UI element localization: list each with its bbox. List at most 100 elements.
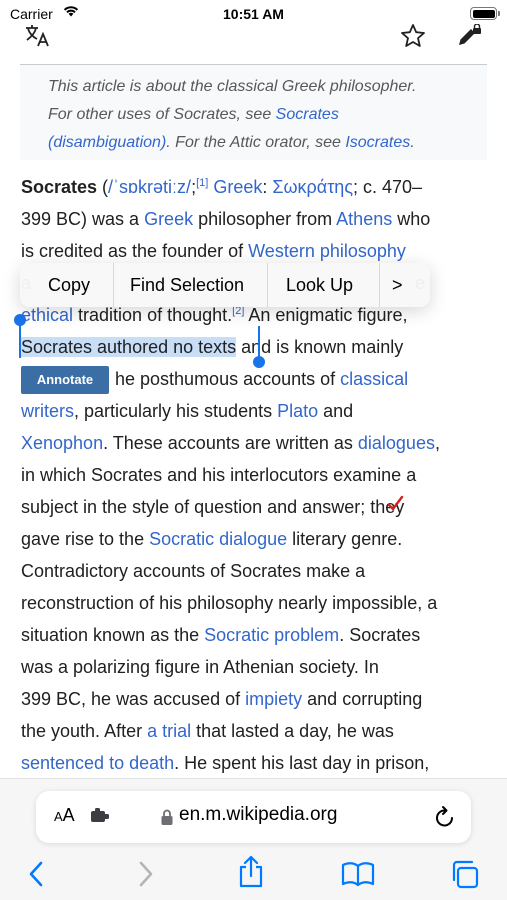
socrates-link[interactable]: Socrates xyxy=(276,106,339,123)
text: gave rise to the xyxy=(21,529,150,549)
text: and xyxy=(318,401,354,421)
hatnote-text: This article is about the classical Gree… xyxy=(48,78,417,95)
tabs-icon[interactable] xyxy=(450,859,480,889)
bookmarks-icon[interactable] xyxy=(341,861,375,887)
text-selection-menu: Copy Find Selection Look Up > xyxy=(20,263,430,307)
hatnote-text: . For the Attic orator, see xyxy=(166,134,346,151)
address-bar[interactable]: AA en.m.wikipedia.org xyxy=(36,791,471,843)
classical-link[interactable]: classical xyxy=(340,369,408,389)
article-line: is credited as the founder of Western ph… xyxy=(21,236,406,266)
hatnote: This article is about the classical Gree… xyxy=(20,64,487,160)
reference-link[interactable]: [1] xyxy=(196,177,208,189)
hatnote-text: For other uses of Socrates, see xyxy=(48,106,276,123)
text: , particularly his students xyxy=(74,401,278,421)
text: : xyxy=(262,177,273,197)
athens-link[interactable]: Athens xyxy=(336,209,392,229)
article-line: situation known as the Socratic problem.… xyxy=(21,620,420,650)
article-line: in which Socrates and his interlocutors … xyxy=(21,460,416,490)
text: in which Socrates and his interlocutors … xyxy=(21,465,417,485)
article-line: he posthumous accounts of classical xyxy=(115,364,408,394)
text: tradition of thought. xyxy=(73,305,233,325)
text: subject in the style of question and ans… xyxy=(21,497,361,517)
article-line: Socrates authored no texts and is known … xyxy=(21,332,403,362)
socratic-dialogue-link[interactable]: Socratic dialogue xyxy=(149,529,287,549)
trial-link[interactable]: a trial xyxy=(147,721,191,741)
article-subject: Socrates xyxy=(21,177,98,197)
text: who xyxy=(392,209,431,229)
disambiguation-link[interactable]: (disambiguation) xyxy=(48,134,166,151)
western-philosophy-link[interactable]: Western philosophy xyxy=(248,241,406,261)
article-toolbar xyxy=(0,20,507,56)
back-chevron-icon[interactable] xyxy=(26,859,46,889)
greek-language-link[interactable]: Greek xyxy=(213,177,262,197)
article-line: sentenced to death. He spent his last da… xyxy=(21,748,429,778)
annotate-button[interactable]: Annotate xyxy=(21,366,109,394)
selected-text[interactable]: Socrates authored no texts xyxy=(21,337,237,357)
writers-link[interactable]: writers xyxy=(21,401,74,421)
selection-start-handle[interactable] xyxy=(19,322,21,358)
text: 399 BC, he was accused of xyxy=(21,689,246,709)
impiety-link[interactable]: impiety xyxy=(245,689,302,709)
article-line: was a polarizing figure in Athenian soci… xyxy=(21,652,379,682)
text: ; c. 470– xyxy=(353,177,423,197)
look-up-menu-item[interactable]: Look Up xyxy=(268,263,380,307)
greek-name-link[interactable]: Σωκράτης xyxy=(272,177,353,197)
text: is credited as the founder of xyxy=(21,241,249,261)
ethical-link[interactable]: ethical xyxy=(21,305,73,325)
aa-big: A xyxy=(62,805,75,825)
more-chevron-icon[interactable]: > xyxy=(380,263,430,307)
article-line: Xenophon. These accounts are written as … xyxy=(21,428,440,458)
text: . He spent his last day in prison, xyxy=(174,753,430,773)
extension-icon[interactable] xyxy=(90,807,112,825)
text: he posthumous accounts of xyxy=(115,369,341,389)
xenophon-link[interactable]: Xenophon xyxy=(21,433,103,453)
ipa-link[interactable]: /ˈsɒkrətiːz/ xyxy=(108,177,191,197)
text: the youth. After xyxy=(21,721,148,741)
text: reconstruction of his philosophy nearly … xyxy=(21,593,438,613)
text: . These accounts are written as xyxy=(103,433,358,453)
text: philosopher from xyxy=(193,209,337,229)
selection-end-knob[interactable] xyxy=(253,356,265,368)
article-line: 399 BC, he was accused of impiety and co… xyxy=(21,684,422,714)
dialogues-link[interactable]: dialogues xyxy=(358,433,435,453)
aa-small: A xyxy=(54,809,63,824)
article-line: writers, particularly his students Plato… xyxy=(21,396,353,426)
selection-start-knob[interactable] xyxy=(14,314,26,326)
article-line: the youth. After a trial that lasted a d… xyxy=(21,716,394,746)
browser-bottom-bar: AA en.m.wikipedia.org xyxy=(0,778,507,900)
find-selection-menu-item[interactable]: Find Selection xyxy=(114,263,268,307)
reload-icon[interactable] xyxy=(434,805,456,829)
battery-icon xyxy=(470,7,500,20)
edit-lock-icon[interactable] xyxy=(456,24,484,48)
lock-icon xyxy=(161,809,173,825)
article-line: Contradictory accounts of Socrates make … xyxy=(21,556,365,586)
text: Contradictory accounts of Socrates make … xyxy=(21,561,366,581)
text: , xyxy=(434,433,440,453)
text: that lasted a day, he was xyxy=(191,721,394,741)
url-text[interactable]: en.m.wikipedia.org xyxy=(179,804,337,826)
greek-link[interactable]: Greek xyxy=(144,209,193,229)
text: was a polarizing figure in Athenian soci… xyxy=(21,657,379,677)
sentenced-to-death-link[interactable]: sentenced to death xyxy=(21,753,174,773)
translate-icon[interactable] xyxy=(24,22,52,48)
article-line: gave rise to the Socratic dialogue liter… xyxy=(21,524,402,554)
hatnote-text: . xyxy=(410,134,415,151)
article-line: 399 BC) was a Greek philosopher from Ath… xyxy=(21,204,430,234)
text: situation known as the xyxy=(21,625,205,645)
text: literary genre. xyxy=(287,529,403,549)
copy-menu-item[interactable]: Copy xyxy=(20,263,114,307)
reader-settings-button[interactable]: AA xyxy=(54,805,75,826)
text: and is known mainly xyxy=(236,337,404,357)
text: 399 BC) was a xyxy=(21,209,145,229)
text: An enigmatic figure, xyxy=(244,305,408,325)
share-icon[interactable] xyxy=(236,855,266,889)
red-checkmark-annotation xyxy=(387,495,404,511)
isocrates-link[interactable]: Isocrates xyxy=(345,134,410,151)
watch-star-icon[interactable] xyxy=(400,23,426,49)
text: ( xyxy=(97,177,109,197)
text: and corrupting xyxy=(302,689,423,709)
forward-chevron-icon[interactable] xyxy=(136,859,156,889)
socratic-problem-link[interactable]: Socratic problem xyxy=(204,625,339,645)
plato-link[interactable]: Plato xyxy=(277,401,318,421)
selection-end-handle[interactable] xyxy=(258,326,260,360)
